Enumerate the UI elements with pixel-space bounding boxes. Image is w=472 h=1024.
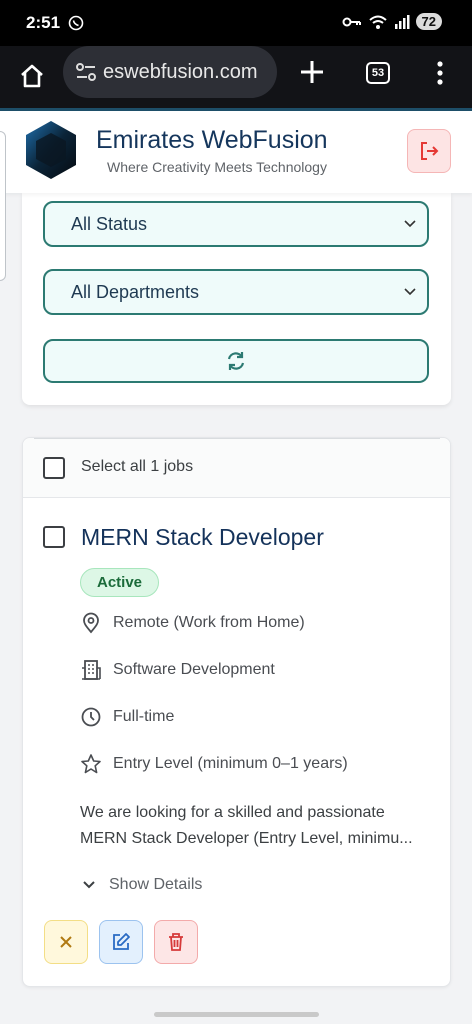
browser-toolbar: eswebfusion.com 53: [0, 46, 472, 108]
side-drawer-handle[interactable]: [0, 131, 6, 281]
refresh-button[interactable]: [43, 339, 429, 383]
site-header: Emirates WebFusion Where Creativity Meet…: [0, 111, 472, 193]
edit-job-button[interactable]: [99, 920, 143, 964]
show-details-label: Show Details: [109, 876, 203, 893]
job-department-text: Software Development: [113, 661, 275, 678]
building-icon: [82, 660, 101, 680]
select-all-checkbox[interactable]: [43, 457, 65, 479]
job-description-line-1: We are looking for a skilled and passion…: [80, 804, 385, 821]
jobs-list-card: Select all 1 jobs MERN Stack Developer A…: [22, 437, 451, 987]
battery-indicator: 72: [415, 13, 442, 30]
job-title[interactable]: MERN Stack Developer: [81, 524, 324, 551]
brand-logo: [26, 121, 76, 179]
department-filter-value: All Departments: [71, 282, 200, 302]
job-level-text: Entry Level (minimum 0–1 years): [113, 755, 348, 772]
close-job-button[interactable]: [44, 920, 88, 964]
wifi-icon: [368, 15, 387, 29]
select-all-label: Select all 1 jobs: [81, 458, 194, 475]
show-details-toggle[interactable]: Show Details: [81, 876, 202, 894]
status-time: 2:51: [26, 13, 61, 32]
edit-icon: [113, 933, 130, 950]
logout-icon: [421, 142, 439, 160]
divider: [34, 438, 440, 439]
url-text: eswebfusion.com: [103, 61, 258, 83]
close-icon: [60, 936, 72, 948]
status-badge: Active: [80, 568, 160, 597]
location-pin-icon: [83, 612, 99, 634]
chevron-down-icon: [404, 220, 416, 228]
job-location-text: Remote (Work from Home): [113, 614, 305, 631]
brand-tagline: Where Creativity Meets Technology: [107, 159, 327, 175]
status-icons: 72: [342, 13, 442, 30]
job-location: Remote (Work from Home): [80, 612, 305, 634]
department-filter-select[interactable]: All Departments: [43, 269, 429, 315]
web-page: Emirates WebFusion Where Creativity Meet…: [0, 111, 472, 1024]
logout-button[interactable]: [407, 129, 451, 173]
job-description-line-2: MERN Stack Developer (Entry Level, minim…: [80, 830, 413, 847]
signal-icon: [394, 14, 410, 29]
clock-icon: [81, 707, 101, 727]
plus-icon[interactable]: [298, 58, 326, 86]
job-type-text: Full-time: [113, 708, 175, 725]
refresh-icon: [227, 352, 245, 370]
job-level: Entry Level (minimum 0–1 years): [80, 753, 348, 775]
more-icon[interactable]: [432, 60, 448, 86]
home-icon[interactable]: [18, 62, 46, 90]
brand-name: Emirates WebFusion: [96, 126, 328, 154]
job-description: We are looking for a skilled and passion…: [80, 800, 430, 852]
chevron-down-icon: [83, 881, 95, 889]
status-filter-select[interactable]: All Status: [43, 201, 429, 247]
job-department: Software Development: [80, 659, 275, 681]
gesture-nav-handle[interactable]: [154, 1012, 319, 1017]
status-filter-value: All Status: [71, 214, 148, 234]
job-select-checkbox[interactable]: [43, 526, 65, 548]
filter-panel: All Status All Departments: [22, 193, 451, 405]
star-icon: [81, 754, 101, 774]
address-bar[interactable]: eswebfusion.com: [63, 46, 277, 98]
chevron-down-icon: [404, 288, 416, 296]
tune-icon[interactable]: [75, 62, 97, 82]
select-all-row: Select all 1 jobs: [23, 438, 450, 498]
whatsapp-icon: [68, 15, 84, 31]
job-type: Full-time: [80, 706, 174, 728]
trash-icon: [169, 933, 183, 951]
tab-switcher-button[interactable]: 53: [366, 62, 390, 84]
delete-job-button[interactable]: [154, 920, 198, 964]
status-bar: 2:51 72: [0, 0, 472, 46]
key-icon: [342, 17, 361, 26]
